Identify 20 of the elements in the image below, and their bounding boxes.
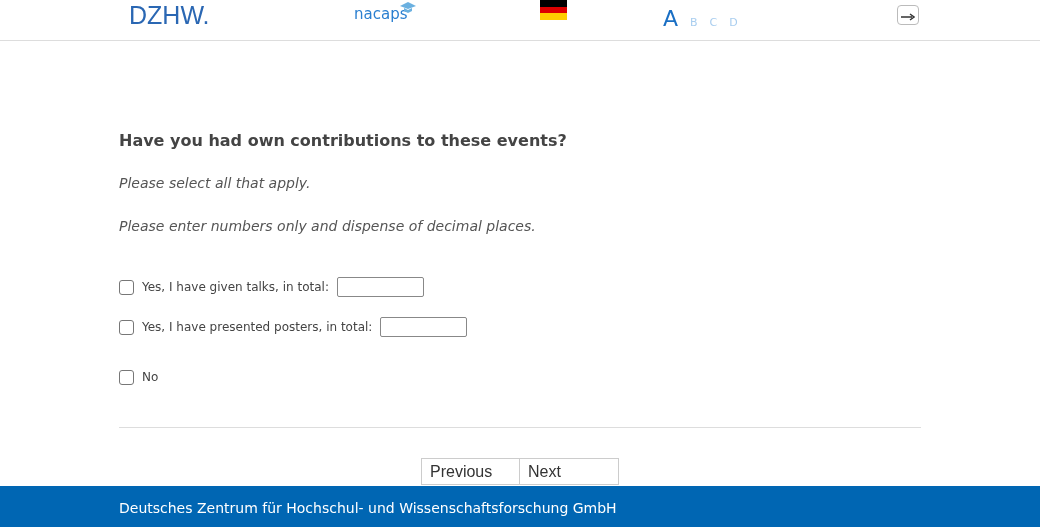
checkbox[interactable] [119, 319, 134, 335]
german-flag-icon[interactable] [540, 0, 567, 20]
arrow-icon [901, 12, 915, 21]
previous-button[interactable]: Previous [421, 458, 520, 485]
font-size-option[interactable]: A [663, 2, 679, 35]
exit-button[interactable] [897, 5, 919, 25]
checkbox[interactable] [119, 369, 134, 385]
hint-text: Please select all that apply. [119, 174, 312, 193]
brand-logo: nacaps [354, 4, 408, 24]
logo: DZHW. [129, 0, 210, 30]
option-label: Yes, I have given talks, in total: [142, 279, 329, 296]
number-field[interactable] [380, 317, 468, 337]
hint-text: Please enter numbers only and dispense of decimal places. [119, 217, 537, 236]
question-title: Have you had own contributions to these events? [119, 130, 568, 152]
option-label: Yes, I have presented posters, in total: [142, 319, 373, 336]
checkbox[interactable] [119, 279, 134, 295]
next-button[interactable]: Next [520, 458, 619, 485]
footer-text: Deutsches Zentrum für Hochschul- und Wissenschaftsforschung GmbH [119, 500, 617, 516]
number-field[interactable] [336, 277, 424, 297]
option-label: No [142, 369, 159, 386]
